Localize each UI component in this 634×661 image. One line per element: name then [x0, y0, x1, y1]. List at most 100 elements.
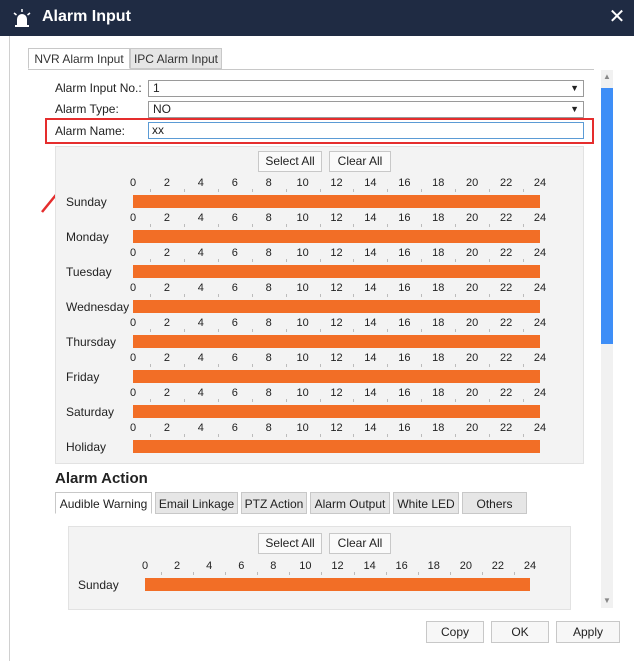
hour-ticks: 0 2 4 6 8 10 12 14 16 18 20 22 24 [0, 177, 634, 192]
hour-tick-label: 22 [499, 212, 513, 224]
clear-all-button[interactable]: Clear All [329, 151, 391, 172]
schedule-bar[interactable] [133, 440, 540, 453]
hour-tick-label: 8 [265, 352, 272, 364]
apply-button[interactable]: Apply [556, 621, 620, 643]
hour-tick-label: 16 [398, 282, 411, 294]
close-icon[interactable]: ✕ [606, 5, 628, 29]
minor-tick [183, 434, 185, 437]
schedule-bar[interactable] [133, 230, 540, 243]
minor-tick [217, 364, 219, 367]
minor-tick [353, 364, 355, 367]
scrollbar-thumb[interactable] [601, 88, 613, 344]
tab-white-led[interactable]: White LED [393, 492, 459, 514]
alarm-type-select[interactable]: NO ▼ [148, 101, 584, 118]
minor-tick [385, 572, 387, 575]
hour-tick-label: 0 [129, 247, 137, 259]
hour-tick-label: 16 [398, 317, 411, 329]
minor-tick [421, 434, 423, 437]
minor-tick [455, 434, 457, 437]
hour-tick-label: 24 [523, 560, 537, 572]
hour-tick-label: 10 [296, 212, 309, 224]
minor-tick [319, 364, 321, 367]
minor-tick [285, 294, 287, 297]
tab-others[interactable]: Others [462, 492, 527, 514]
minor-tick [421, 399, 423, 402]
hour-tick-label: 24 [533, 422, 547, 434]
action-select-all-button[interactable]: Select All [258, 533, 322, 554]
hour-tick-label: 0 [141, 560, 149, 572]
minor-tick [523, 259, 525, 262]
action-schedule-bar[interactable] [145, 578, 530, 591]
minor-tick [421, 294, 423, 297]
tab-email-linkage[interactable]: Email Linkage [155, 492, 238, 514]
hour-tick-label: 16 [398, 387, 411, 399]
minor-tick [149, 434, 151, 437]
hour-tick-label: 6 [231, 247, 238, 259]
tab-ipc-alarm-input[interactable]: IPC Alarm Input [130, 48, 222, 69]
schedule-bar[interactable] [133, 300, 540, 313]
minor-tick [489, 434, 491, 437]
schedule-bar[interactable] [133, 405, 540, 418]
day-label: Monday [66, 230, 109, 244]
hour-tick-label: 4 [197, 212, 204, 224]
hour-tick-label: 22 [499, 317, 513, 329]
day-label: Saturday [66, 405, 115, 419]
minor-tick [523, 294, 525, 297]
hour-tick-label: 24 [533, 387, 547, 399]
hour-tick-label: 20 [466, 422, 479, 434]
hour-tick-label: 16 [395, 560, 408, 572]
hour-tick-label: 10 [296, 352, 309, 364]
minor-tick [353, 294, 355, 297]
minor-tick [217, 189, 219, 192]
minor-tick [319, 189, 321, 192]
hour-tick-label: 22 [491, 560, 505, 572]
hour-tick-label: 8 [265, 247, 272, 259]
hour-tick-label: 12 [330, 352, 343, 364]
hour-tick-label: 2 [163, 387, 170, 399]
minor-tick [455, 329, 457, 332]
hour-tick-label: 18 [432, 282, 445, 294]
title-bar: Alarm Input ✕ [0, 0, 634, 36]
scroll-down-icon[interactable]: ▼ [601, 594, 613, 608]
tab-audible-warning[interactable]: Audible Warning [55, 492, 152, 514]
minor-tick [489, 224, 491, 227]
tab-alarm-output[interactable]: Alarm Output [310, 492, 390, 514]
hour-tick-label: 4 [197, 387, 204, 399]
minor-tick [285, 434, 287, 437]
window-title: Alarm Input [42, 8, 131, 25]
hour-tick-label: 0 [129, 387, 137, 399]
minor-tick [353, 572, 355, 575]
hour-tick-label: 10 [296, 247, 309, 259]
hour-tick-label: 22 [499, 387, 513, 399]
tab-nvr-alarm-input[interactable]: NVR Alarm Input [28, 48, 130, 69]
schedule-bar[interactable] [133, 370, 540, 383]
ok-button[interactable]: OK [491, 621, 549, 643]
hour-tick-label: 20 [459, 560, 472, 572]
minor-tick [421, 189, 423, 192]
minor-tick [455, 399, 457, 402]
hour-tick-label: 10 [296, 282, 309, 294]
action-clear-all-button[interactable]: Clear All [329, 533, 391, 554]
hour-tick-label: 6 [231, 317, 238, 329]
hour-tick-label: 14 [364, 352, 377, 364]
minor-tick [353, 399, 355, 402]
minor-tick [353, 259, 355, 262]
tab-ptz-action[interactable]: PTZ Action [241, 492, 307, 514]
copy-button[interactable]: Copy [426, 621, 484, 643]
hour-tick-label: 12 [330, 422, 343, 434]
hour-tick-label: 12 [330, 247, 343, 259]
minor-tick [319, 434, 321, 437]
scroll-up-icon[interactable]: ▲ [601, 70, 613, 84]
alarm-input-no-select[interactable]: 1 ▼ [148, 80, 584, 97]
hour-tick-label: 20 [466, 317, 479, 329]
annotation-highlight-box [45, 118, 594, 144]
hour-tick-label: 18 [427, 560, 440, 572]
schedule-bar[interactable] [133, 335, 540, 348]
minor-tick [455, 224, 457, 227]
minor-tick [217, 329, 219, 332]
select-all-button[interactable]: Select All [258, 151, 322, 172]
schedule-bar[interactable] [133, 265, 540, 278]
minor-tick [523, 364, 525, 367]
schedule-bar[interactable] [133, 195, 540, 208]
hour-tick-label: 8 [265, 177, 272, 189]
